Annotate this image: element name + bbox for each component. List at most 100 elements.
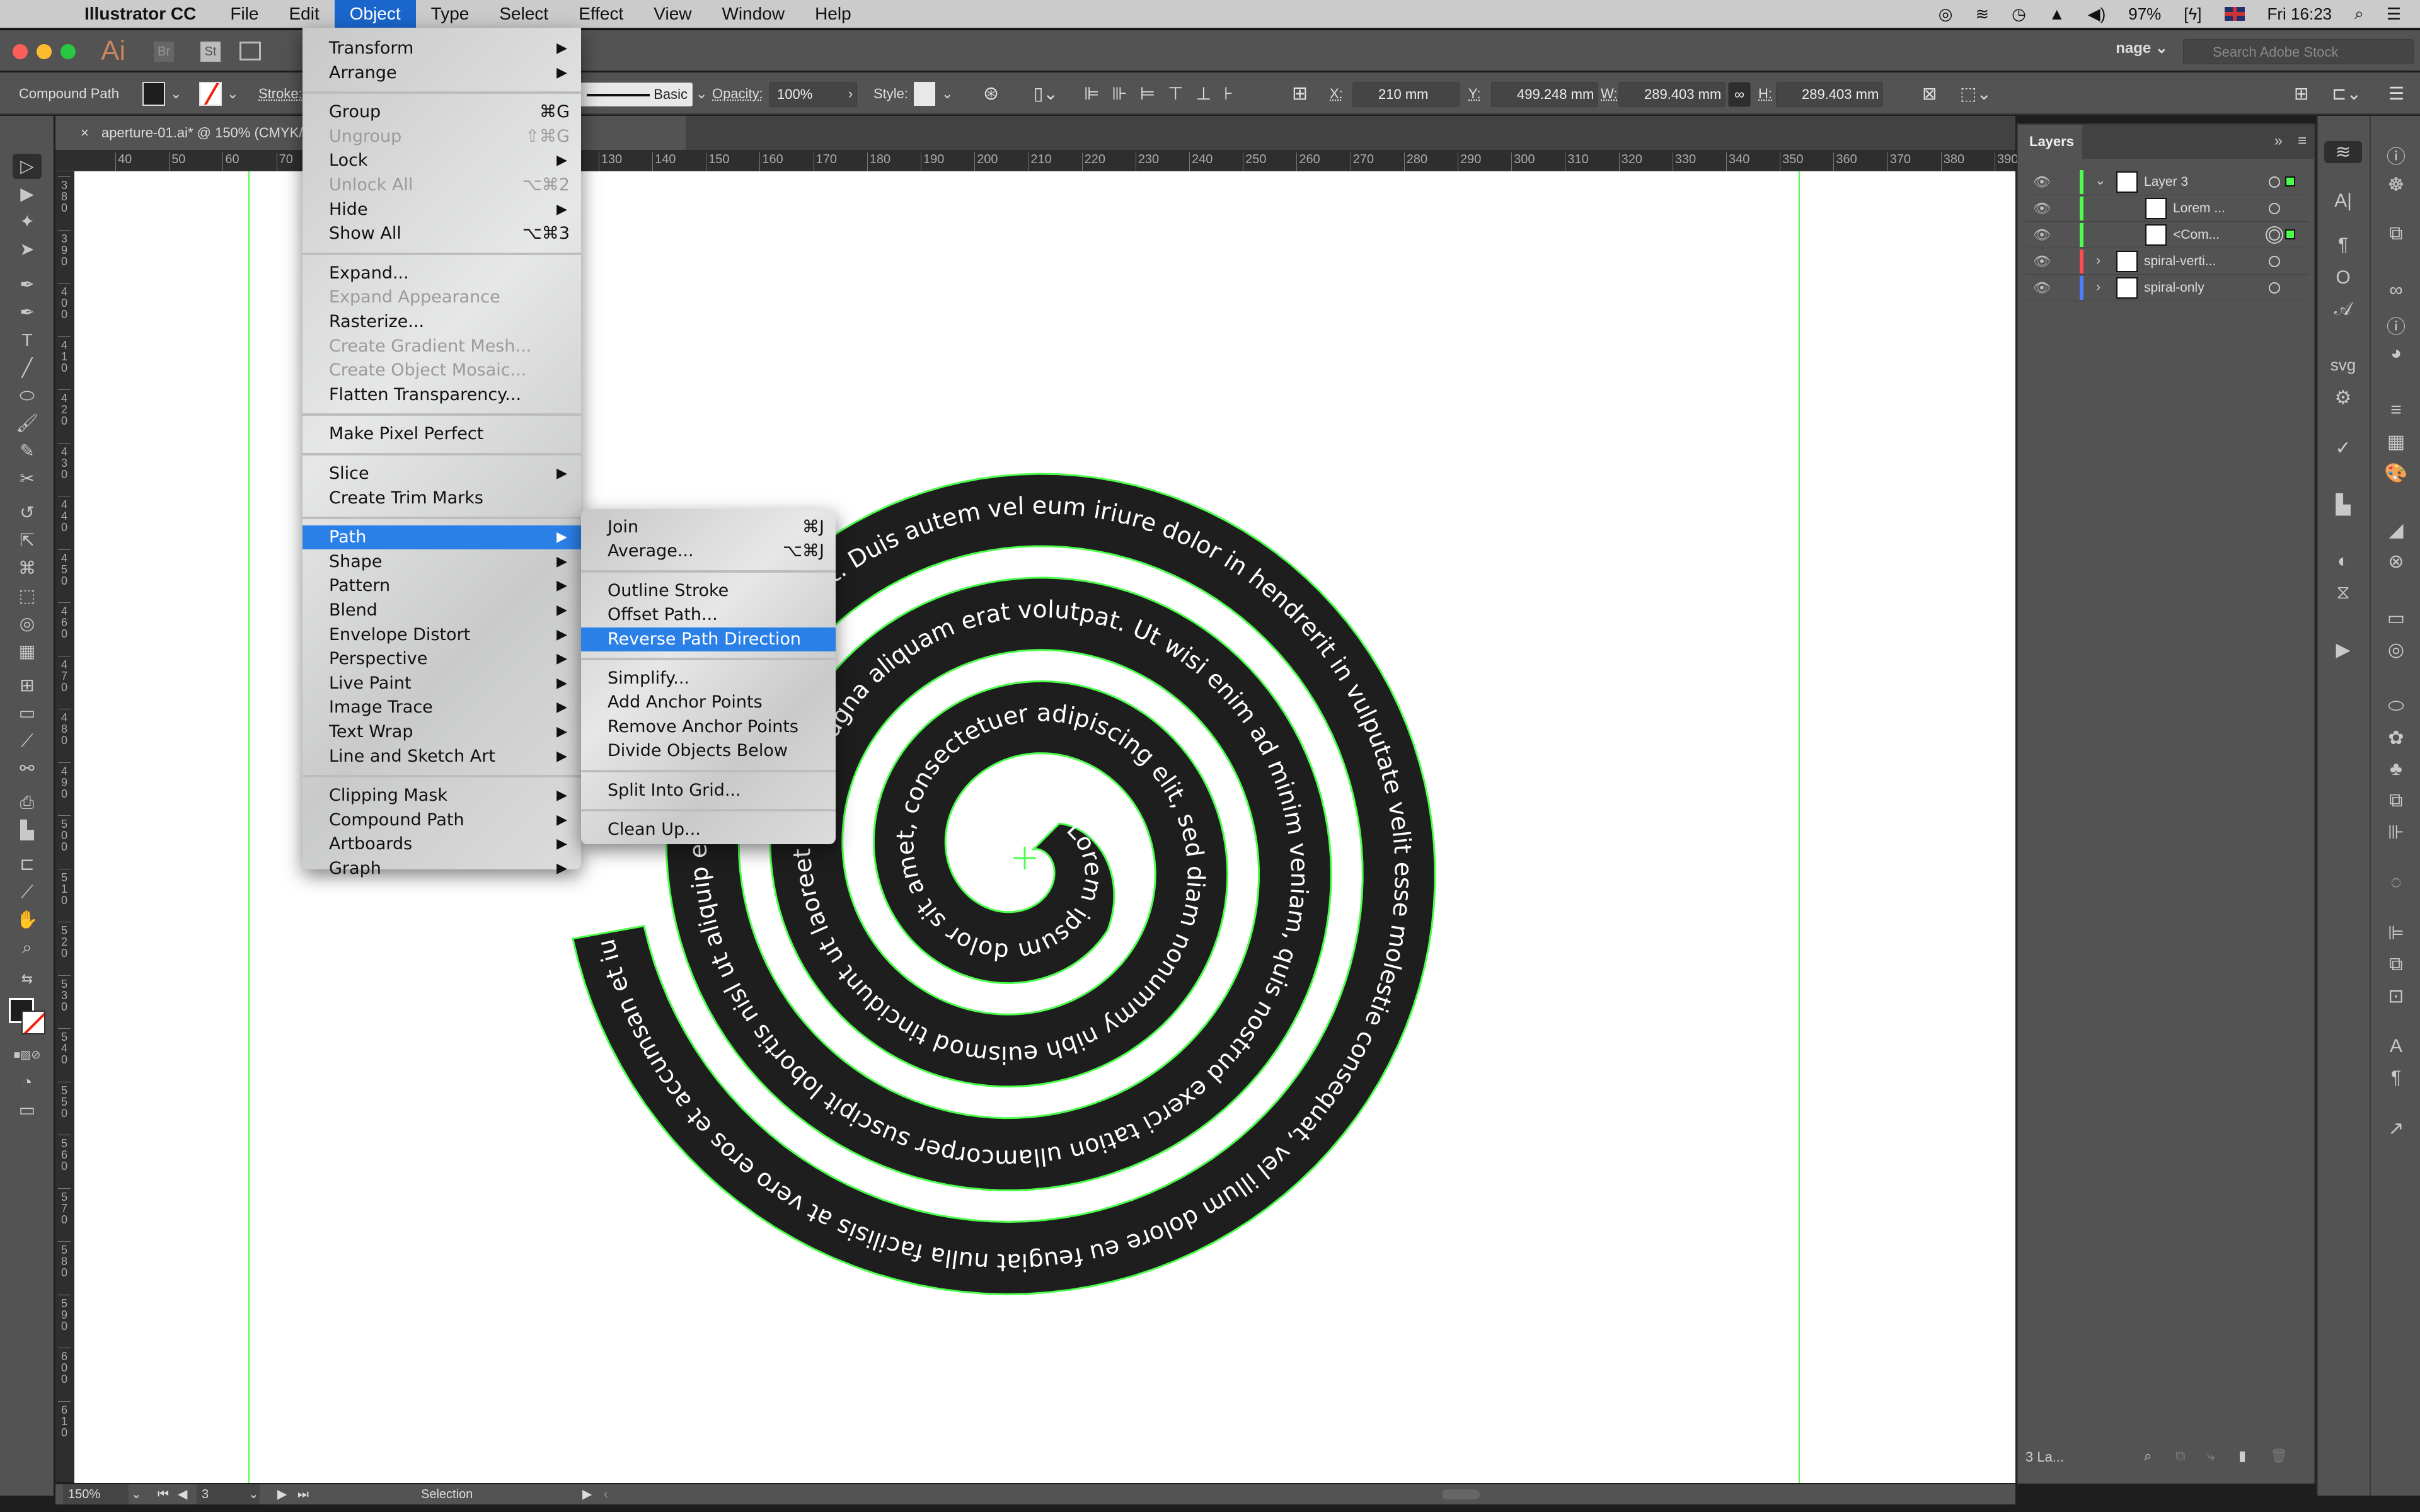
align-to-icon[interactable]: ▯⌄ — [1034, 73, 1058, 115]
menu-effect[interactable]: Effect — [563, 0, 638, 28]
bridge-button[interactable]: Br — [154, 42, 174, 62]
menu-item-add-anchor-points[interactable]: Add Anchor Points — [581, 690, 836, 714]
menu-item-text-wrap[interactable]: Text Wrap ▶ — [302, 720, 581, 744]
arrange-icon[interactable]: ⧉ — [2371, 954, 2420, 975]
menu-item-image-trace[interactable]: Image Trace ▶ — [302, 696, 581, 719]
opentype-panel-icon[interactable]: O — [2318, 267, 2368, 289]
panel-menu-icon[interactable]: ≡ — [2298, 132, 2307, 150]
zoom-tool-icon[interactable]: ⌕ — [13, 935, 42, 960]
menu-item-simplify[interactable]: Simplify... — [581, 667, 836, 690]
rotate-tool-icon[interactable]: ↺ — [13, 500, 42, 525]
artboards-panel-icon[interactable]: ⧉ — [2371, 223, 2420, 244]
menu-help[interactable]: Help — [800, 0, 867, 28]
visibility-eye-icon[interactable]: 👁 — [2033, 174, 2051, 190]
opacity-label[interactable]: Opacity: — [712, 73, 763, 115]
menu-item-flatten-transparency[interactable]: Flatten Transparency... — [302, 383, 581, 407]
menu-item-shape[interactable]: Shape ▶ — [302, 550, 581, 574]
creative-cloud-icon[interactable]: ◎ — [1939, 4, 1953, 24]
type-on-path-tool-icon[interactable]: T — [13, 328, 42, 353]
menu-item-clipping-mask[interactable]: Clipping Mask ▶ — [302, 784, 581, 808]
free-transform-tool-icon[interactable]: ⬚ — [13, 583, 42, 609]
menu-view[interactable]: View — [638, 0, 706, 28]
layer-name[interactable]: <Com... — [2173, 222, 2220, 248]
select-similar-icon[interactable]: ⬚⌄ — [1960, 73, 1991, 115]
screen-mode-icon[interactable]: ▭ — [13, 1097, 42, 1123]
brush-definition[interactable]: Basic — [580, 82, 693, 107]
creative-cloud-libraries-icon[interactable]: ◎ — [2371, 639, 2420, 661]
menu-app-name[interactable]: Illustrator CC — [69, 0, 215, 28]
target-circle-icon[interactable] — [2269, 256, 2280, 267]
menu-item-reverse-path-direction[interactable]: Reverse Path Direction — [581, 627, 836, 651]
horizontal-scrollbar-thumb[interactable] — [1442, 1489, 1480, 1499]
document-info-icon[interactable]: ⓘ — [2371, 311, 2420, 339]
brush-library-icon[interactable]: ✿ — [2371, 727, 2420, 749]
airplay-icon[interactable]: ▲ — [2049, 4, 2065, 24]
stroke-dropdown-icon[interactable]: ⌄ — [227, 73, 238, 115]
menu-item-offset-path[interactable]: Offset Path... — [581, 603, 836, 627]
stock-button[interactable]: St — [200, 42, 221, 62]
hand-tool-icon[interactable]: ✋ — [13, 907, 42, 932]
constrain-proportions-icon[interactable]: ∞ — [1728, 82, 1751, 107]
layer-name[interactable]: Lorem ... — [2173, 195, 2225, 222]
create-sublayer-icon[interactable]: ⤷ — [2207, 1448, 2215, 1464]
scale-tool-icon[interactable]: ⇱ — [13, 528, 42, 553]
pixel-align-icon[interactable]: ⊏⌄ — [2332, 73, 2361, 115]
menu-item-outline-stroke[interactable]: Outline Stroke — [581, 579, 836, 603]
y-input[interactable]: 499.248 mm — [1491, 82, 1598, 107]
artboard-tool-icon[interactable]: ⊏ — [13, 852, 42, 877]
gradient-tool-icon[interactable]: ▭ — [13, 701, 42, 726]
draw-mode-icon[interactable]: ◔ — [13, 1070, 42, 1095]
magic-wand-tool-icon[interactable]: ✦ — [13, 209, 42, 234]
brushes-panel-icon[interactable]: ◢ — [2371, 519, 2420, 541]
menu-item-group[interactable]: Group ⌘G — [302, 100, 581, 124]
gradient-panel-icon[interactable]: ▭ — [2371, 607, 2420, 629]
graphic-style-swatch[interactable] — [914, 82, 935, 106]
last-artboard-button[interactable]: ⏭ — [297, 1484, 309, 1504]
opacity-input[interactable]: 100% — [769, 82, 857, 107]
transform-panel-icon[interactable]: ⧉ — [2371, 790, 2420, 811]
menu-item-hide[interactable]: Hide ▶ — [302, 198, 581, 222]
layer-name[interactable]: Layer 3 — [2144, 169, 2188, 195]
lasso-tool-icon[interactable]: ➤ — [13, 237, 42, 262]
target-circle-icon[interactable] — [2269, 229, 2280, 241]
delete-layer-icon[interactable]: 🗑 — [2270, 1448, 2288, 1464]
links-panel-icon[interactable]: ∞ — [2371, 280, 2420, 301]
menu-file[interactable]: File — [215, 0, 274, 28]
character-styles-icon[interactable]: A — [2371, 1036, 2420, 1057]
play-action-icon[interactable]: ▶ — [2318, 639, 2368, 661]
direct-selection-tool-icon[interactable]: ▶ — [13, 181, 42, 207]
menu-item-path[interactable]: Path ▶ — [302, 525, 581, 550]
menu-item-join[interactable]: Join ⌘J — [581, 515, 836, 539]
menu-item-show-all[interactable]: Show All ⌥⌘3 — [302, 222, 581, 246]
spotlight-search-icon[interactable]: ⌕ — [2354, 4, 2364, 24]
layer-row[interactable]: 👁 Lorem ... — [2025, 195, 2309, 222]
time-machine-icon[interactable]: ◷ — [2012, 4, 2026, 24]
menu-item-expand[interactable]: Expand... — [302, 261, 581, 285]
expand-chevron-icon[interactable]: › — [2096, 280, 2100, 295]
slice-tool-icon[interactable]: ⟋ — [13, 879, 42, 905]
menu-item-slice[interactable]: Slice ▶ — [302, 462, 581, 486]
menu-edit[interactable]: Edit — [274, 0, 334, 28]
appearance-panel-icon[interactable]: ◐ — [2318, 551, 2368, 572]
navigator-panel-icon[interactable]: ☸ — [2371, 174, 2420, 196]
menu-item-perspective[interactable]: Perspective ▶ — [302, 647, 581, 671]
perspective-grid-tool-icon[interactable]: ▦ — [13, 639, 42, 664]
scissors-tool-icon[interactable]: ✂ — [13, 466, 42, 491]
h-input[interactable]: 289.403 mm — [1776, 82, 1883, 107]
menu-item-arrange[interactable]: Arrange ▶ — [302, 61, 581, 85]
visibility-eye-icon[interactable]: 👁 — [2033, 227, 2051, 243]
curvature-tool-icon[interactable]: ✒ — [13, 300, 42, 325]
blend-tool-icon[interactable]: ⚯ — [13, 756, 42, 781]
menu-type[interactable]: Type — [416, 0, 485, 28]
menu-item-lock[interactable]: Lock ▶ — [302, 149, 581, 173]
symbol-sprayer-tool-icon[interactable]: ⎙ — [13, 790, 42, 815]
control-panel-menu-icon[interactable]: ☰ — [2388, 73, 2404, 115]
zoom-level-input[interactable]: 150% — [63, 1484, 129, 1504]
layer-row[interactable]: 👁 › spiral-only — [2025, 275, 2309, 301]
menu-select[interactable]: Select — [484, 0, 563, 28]
menu-item-remove-anchor-points[interactable]: Remove Anchor Points — [581, 715, 836, 739]
zoom-window-button[interactable] — [60, 44, 76, 59]
visibility-eye-icon[interactable]: 👁 — [2033, 253, 2051, 270]
menu-item-transform[interactable]: Transform ▶ — [302, 37, 581, 60]
graphic-styles-icon[interactable]: ▙ — [2318, 494, 2368, 516]
